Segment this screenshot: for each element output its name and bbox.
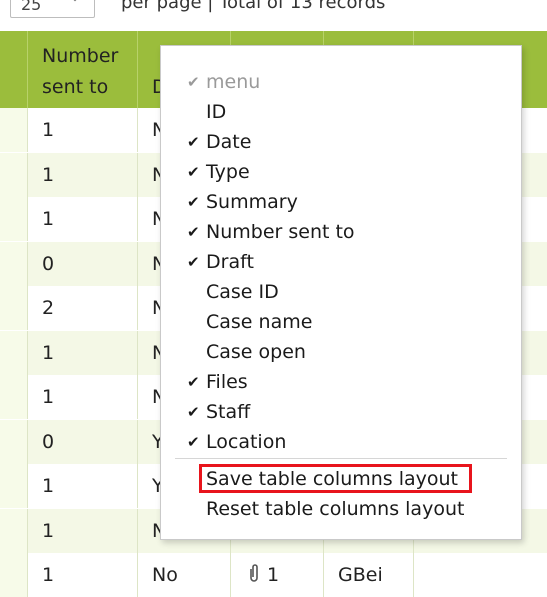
- check-icon: ✔: [187, 433, 200, 451]
- menu-item-label: Date: [206, 131, 252, 153]
- cell-number-sent-to: 1: [27, 508, 137, 553]
- menu-item-label: ID: [206, 101, 227, 123]
- reset-columns-layout-button[interactable]: Reset table columns layout: [161, 494, 521, 524]
- menu-item-id[interactable]: ID: [161, 97, 521, 127]
- row-select-cell[interactable]: [0, 197, 27, 241]
- per-page-value: 25: [21, 0, 42, 14]
- row-select-cell[interactable]: [0, 241, 27, 286]
- cell-number-sent-to: 1: [27, 553, 137, 597]
- reset-columns-layout-label: Reset table columns layout: [206, 498, 465, 520]
- menu-item-label: Draft: [206, 251, 254, 273]
- menu-item-case-name[interactable]: Case name: [161, 307, 521, 337]
- menu-separator: [175, 458, 507, 459]
- row-select-cell[interactable]: [0, 330, 27, 375]
- menu-item-number-sent-to[interactable]: ✔ Number sent to: [161, 217, 521, 247]
- row-select-cell[interactable]: [0, 553, 27, 597]
- check-icon: ✔: [187, 193, 200, 211]
- menu-item-type[interactable]: ✔ Type: [161, 157, 521, 187]
- cell-files: 1: [230, 553, 323, 597]
- cell-number-sent-to: 1: [27, 330, 137, 375]
- file-count: 1: [267, 564, 280, 586]
- pager-bar: 25 per page | Total of 13 records: [0, 0, 547, 31]
- cell-number-sent-to: 1: [27, 152, 137, 197]
- menu-item-date[interactable]: ✔ Date: [161, 127, 521, 157]
- menu-title: ✔ menu: [161, 67, 521, 97]
- menu-item-label: Case ID: [206, 281, 279, 303]
- menu-item-files[interactable]: ✔ Files: [161, 367, 521, 397]
- cell-number-sent-to: 1: [27, 108, 137, 152]
- menu-item-label: Files: [206, 371, 248, 393]
- menu-item-draft[interactable]: ✔ Draft: [161, 247, 521, 277]
- menu-item-label: Case name: [206, 311, 313, 333]
- check-icon: ✔: [187, 373, 200, 391]
- menu-item-label: Number sent to: [206, 221, 355, 243]
- cell-number-sent-to: 2: [27, 286, 137, 330]
- highlight-annotation-box: [199, 464, 472, 493]
- check-icon: ✔: [187, 403, 200, 421]
- menu-item-case-id[interactable]: Case ID: [161, 277, 521, 307]
- check-icon: ✔: [187, 133, 200, 151]
- menu-item-summary[interactable]: ✔ Summary: [161, 187, 521, 217]
- header-select-column: [0, 31, 27, 108]
- cell-number-sent-to: 1: [27, 197, 137, 241]
- pager-summary: per page | Total of 13 records: [121, 0, 386, 13]
- cell-number-sent-to: 1: [27, 375, 137, 419]
- menu-item-label: Type: [206, 161, 250, 183]
- cell-number-sent-to: 0: [27, 419, 137, 464]
- row-select-cell[interactable]: [0, 419, 27, 464]
- row-select-cell[interactable]: [0, 464, 27, 508]
- row-select-cell[interactable]: [0, 375, 27, 419]
- menu-item-label: Staff: [206, 401, 251, 423]
- row-select-cell[interactable]: [0, 508, 27, 553]
- cell-staff: GBei: [323, 553, 413, 597]
- cell-number-sent-to: 0: [27, 241, 137, 286]
- menu-title-label: menu: [206, 71, 261, 93]
- header-label: Number sent to: [42, 45, 119, 98]
- row-select-cell[interactable]: [0, 152, 27, 197]
- menu-item-staff[interactable]: ✔ Staff: [161, 397, 521, 427]
- menu-item-case-open[interactable]: Case open: [161, 337, 521, 367]
- menu-item-label: Case open: [206, 341, 306, 363]
- row-select-cell[interactable]: [0, 108, 27, 152]
- header-number-sent-to[interactable]: Number sent to: [27, 31, 137, 108]
- menu-item-label: Location: [206, 431, 287, 453]
- menu-item-location[interactable]: ✔ Location: [161, 427, 521, 457]
- cell-number-sent-to: 1: [27, 464, 137, 508]
- menu-item-label: Summary: [206, 191, 298, 213]
- table-row[interactable]: 1 No 1 GBei: [0, 553, 547, 597]
- check-icon: ✔: [187, 223, 200, 241]
- column-chooser-menu: ✔ menu ID ✔ Date ✔ Type ✔ Summary ✔ Number sent …: [160, 45, 522, 540]
- row-select-cell[interactable]: [0, 286, 27, 330]
- per-page-select[interactable]: 25: [10, 0, 95, 18]
- chevron-down-icon: [73, 0, 77, 2]
- cell-draft: No: [137, 553, 230, 597]
- paperclip-icon: [250, 564, 258, 582]
- check-icon: ✔: [187, 253, 200, 271]
- check-icon: ✔: [187, 73, 200, 91]
- check-icon: ✔: [187, 163, 200, 181]
- cell-location: [413, 553, 547, 597]
